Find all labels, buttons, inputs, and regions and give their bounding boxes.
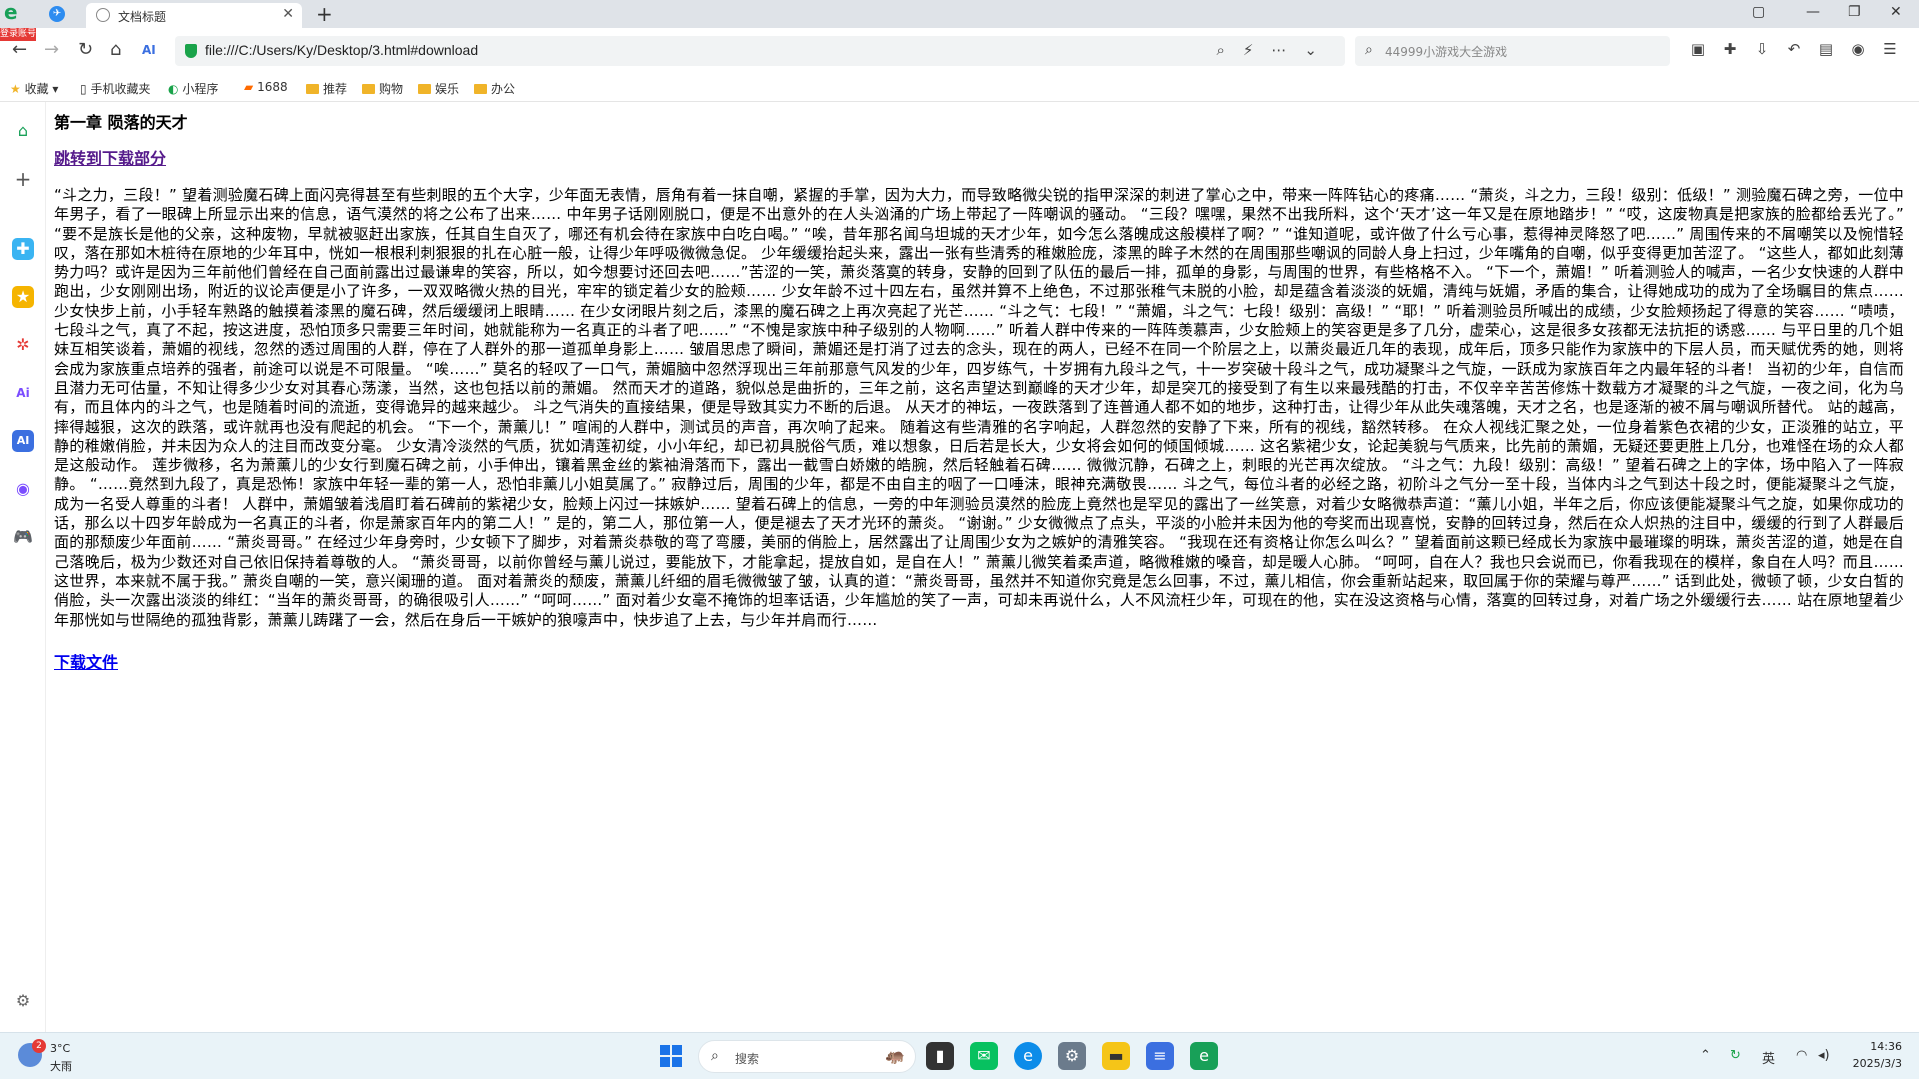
search-icon: ⌕ — [711, 1048, 719, 1064]
bookmark-folder-office[interactable]: 办公 — [474, 80, 515, 97]
ai-icon[interactable]: AI — [142, 40, 156, 60]
edge-app-icon[interactable]: e — [1014, 1042, 1042, 1070]
clock-time[interactable]: 14:36 — [1850, 1040, 1902, 1053]
sync-icon[interactable]: ↻ — [1730, 1048, 1741, 1063]
volume-icon[interactable]: ◂) — [1818, 1048, 1830, 1063]
bookmark-miniprogram[interactable]: ◐ 小程序 — [168, 80, 218, 97]
taskbar: 2 3°C 大雨 ⌕ 搜索 🦛 ▮ ✉ e ⚙ ▬ ≡ e ⌃ ↻ 英 ◠ ◂)… — [0, 1032, 1919, 1079]
extensions-icon[interactable]: ✚ — [1714, 40, 1746, 58]
chat-bot-icon[interactable]: ◉ — [12, 478, 34, 500]
weather-temperature[interactable]: 3°C — [50, 1042, 70, 1055]
game-icon[interactable]: 🎮 — [12, 526, 34, 548]
story-text: “斗之力，三段！” 望着测验魔石碑上面闪亮得甚至有些刺眼的五个大字，少年面无表情… — [54, 186, 1904, 629]
address-bar-row: ← → ↻ ⌂ AI file:///C:/Users/Ky/Desktop/3… — [0, 28, 1919, 74]
undo-icon[interactable]: ↶ — [1778, 40, 1810, 58]
home-icon[interactable]: ⌂ — [12, 120, 34, 142]
start-button[interactable] — [660, 1045, 682, 1067]
bookmark-favorites[interactable]: ★ 收藏 ▾ — [10, 80, 58, 97]
page-content: 第一章 陨落的天才 跳转到下载部分 “斗之力，三段！” 望着测验魔石碑上面闪亮得… — [54, 112, 1904, 674]
chapter-title: 第一章 陨落的天才 — [54, 113, 188, 132]
file-explorer-app-icon[interactable]: ▬ — [1102, 1042, 1130, 1070]
ai-writer-icon[interactable]: Ai — [12, 382, 34, 404]
bookmark-mobile[interactable]: ▯ 手机收藏夹 — [80, 80, 150, 97]
reload-button[interactable]: ↻ — [78, 40, 93, 60]
download-file-link[interactable]: 下载文件 — [54, 652, 118, 674]
file-viewer-app-icon[interactable]: ▮ — [926, 1042, 954, 1070]
forward-button[interactable]: → — [44, 40, 59, 60]
sidebar: ⌂ + ✚ ★ ✲ Ai AI ◉ 🎮 ⚙ — [0, 102, 46, 1032]
notification-badge: 2 — [32, 1039, 46, 1053]
folder-icon — [474, 84, 487, 94]
toolbar-icons: ▣ ✚ ⇩ ↶ ▤ ◉ ☰ — [1682, 40, 1906, 58]
folder-icon — [362, 84, 375, 94]
taskbar-search[interactable]: ⌕ 搜索 🦛 — [698, 1040, 916, 1073]
menu-icon[interactable]: ☰ — [1874, 40, 1906, 58]
search-field[interactable]: ⌕ 44999小游戏大全游戏 — [1355, 36, 1670, 66]
collection-icon[interactable]: ▢ — [1752, 4, 1765, 20]
network-icon[interactable]: ✲ — [12, 334, 34, 356]
briefcase-icon[interactable]: ▤ — [1810, 40, 1842, 58]
ai-assistant-icon[interactable]: AI — [12, 430, 34, 452]
bookmarks-bar: ★ 收藏 ▾ ▯ 手机收藏夹 ◐ 小程序 ▰ 1688 推荐 购物 娱乐 办公 — [0, 74, 1919, 102]
home-button[interactable]: ⌂ — [110, 40, 121, 60]
settings-app-icon[interactable]: ⚙ — [1058, 1042, 1086, 1070]
browser-logo-icon[interactable]: e — [4, 2, 30, 22]
1688-icon: ▰ — [244, 80, 254, 94]
tab-title: 文档标题 — [118, 10, 167, 24]
tab-close-icon[interactable]: ✕ — [282, 6, 294, 22]
clock-date[interactable]: 2025/3/3 — [1840, 1057, 1902, 1070]
url-action-icons[interactable]: ⌕⚡⋯⌄ — [1216, 41, 1335, 59]
wechat-app-icon[interactable]: ✉ — [970, 1042, 998, 1070]
bookmark-folder-recommend[interactable]: 推荐 — [306, 80, 347, 97]
search-placeholder[interactable]: 44999小游戏大全游戏 — [1385, 43, 1507, 60]
download-icon[interactable]: ⇩ — [1746, 40, 1778, 58]
bookmark-folder-shopping[interactable]: 购物 — [362, 80, 403, 97]
back-button[interactable]: ← — [12, 40, 27, 60]
shield-icon — [185, 44, 197, 58]
tray-expand-icon[interactable]: ⌃ — [1700, 1048, 1711, 1063]
folder-icon — [418, 84, 431, 94]
ime-indicator[interactable]: 英 — [1762, 1048, 1775, 1067]
settings-icon[interactable]: ⚙ — [12, 990, 34, 1012]
url-text[interactable]: file:///C:/Users/Ky/Desktop/3.html#downl… — [205, 42, 478, 58]
globe-icon — [96, 8, 110, 22]
url-field[interactable]: file:///C:/Users/Ky/Desktop/3.html#downl… — [175, 36, 1345, 66]
bookmark-folder-entertainment[interactable]: 娱乐 — [418, 80, 459, 97]
star-app-icon[interactable]: ★ — [12, 286, 34, 308]
miniprogram-icon: ◐ — [168, 82, 179, 96]
app-icon[interactable]: ✚ — [12, 238, 34, 260]
jump-to-download-link[interactable]: 跳转到下载部分 — [54, 148, 166, 170]
close-window-button[interactable]: ✕ — [1890, 4, 1902, 20]
wifi-icon[interactable]: ◠ — [1796, 1048, 1807, 1063]
bookmark-1688[interactable]: ▰ 1688 — [244, 80, 288, 94]
browser-app-icon[interactable]: e — [1190, 1042, 1218, 1070]
login-badge[interactable]: 登录账号 — [0, 28, 36, 41]
notepad-app-icon[interactable]: ≡ — [1146, 1042, 1174, 1070]
hippo-icon: 🦛 — [885, 1046, 905, 1065]
tab-bar: e ✈ 文档标题 ✕ + ▢ — ❐ ✕ — [0, 0, 1919, 28]
phone-icon: ▯ — [80, 82, 87, 96]
tab-active[interactable]: 文档标题 ✕ — [86, 3, 302, 28]
reading-mode-icon[interactable]: ▣ — [1682, 40, 1714, 58]
search-icon: ⌕ — [1365, 42, 1373, 58]
folder-icon — [306, 84, 319, 94]
taskbar-search-label[interactable]: 搜索 — [735, 1050, 759, 1067]
add-icon[interactable]: + — [12, 168, 34, 190]
minimize-button[interactable]: — — [1806, 4, 1820, 20]
pinned-tab-icon[interactable]: ✈ — [49, 6, 65, 22]
account-icon[interactable]: ◉ — [1842, 40, 1874, 58]
new-tab-button[interactable]: + — [316, 2, 333, 26]
weather-description[interactable]: 大雨 — [50, 1058, 72, 1074]
star-icon: ★ — [10, 82, 21, 96]
restore-button[interactable]: ❐ — [1848, 4, 1861, 20]
